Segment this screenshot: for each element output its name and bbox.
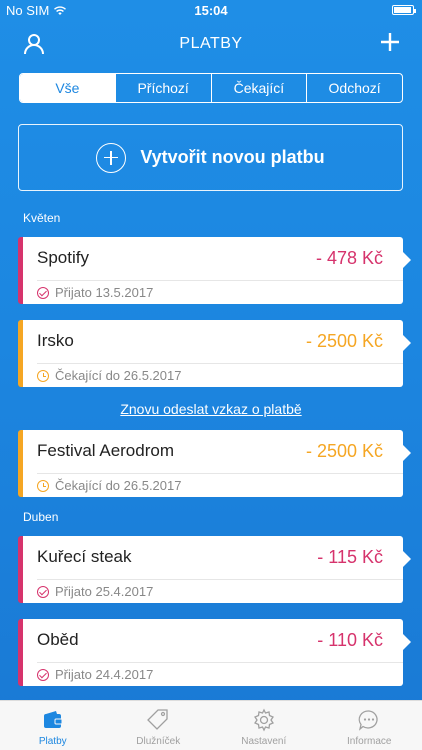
payment-status-text: Čekající do 26.5.2017 — [55, 368, 182, 383]
payment-card[interactable]: Oběd - 110 Kč Přijato 24.4.2017 — [18, 619, 411, 686]
tab-label: Platby — [38, 736, 67, 747]
status-bar: No SIM 15:04 — [0, 0, 422, 22]
tab-info[interactable]: Informace — [317, 701, 422, 750]
section-header-may: Květen — [23, 211, 61, 225]
payment-status: Přijato 25.4.2017 — [37, 584, 153, 599]
payment-name: Festival Aerodrom — [37, 441, 174, 460]
payment-amount: - 2500 Kč — [305, 331, 383, 351]
filter-segmented-control: Vše Příchozí Čekající Odchozí — [19, 73, 403, 103]
payment-card[interactable]: Kuřecí steak - 115 Kč Přijato 25.4.2017 — [18, 536, 411, 603]
wallet-icon — [43, 711, 63, 728]
payment-status-text: Přijato 25.4.2017 — [55, 584, 154, 599]
tag-icon — [147, 709, 168, 730]
chat-icon — [358, 710, 378, 731]
add-icon[interactable] — [378, 30, 402, 54]
battery-icon — [392, 5, 416, 15]
payment-card[interactable]: Festival Aerodrom - 2500 Kč Čekající do … — [18, 430, 411, 497]
section-header-april: Duben — [23, 510, 59, 524]
create-payment-button[interactable]: Vytvořit novou platbu — [18, 124, 403, 191]
payment-card[interactable]: Spotify - 478 Kč Přijato 13.5.2017 — [18, 237, 411, 304]
payment-name: Spotify — [37, 248, 89, 267]
segment-incoming[interactable]: Příchozí — [114, 74, 211, 102]
card-divider — [37, 662, 403, 663]
payment-amount: - 478 Kč — [315, 248, 383, 268]
payment-card[interactable]: Irsko - 2500 Kč Čekající do 26.5.2017 — [18, 320, 411, 387]
tab-payments[interactable]: Platby — [0, 701, 106, 750]
payment-status: Přijato 13.5.2017 — [37, 285, 153, 300]
segment-pending[interactable]: Čekající — [210, 74, 307, 102]
tab-settings[interactable]: Nastavení — [211, 701, 317, 750]
tab-label: Dlužníček — [136, 736, 181, 747]
check-circle-icon — [37, 668, 49, 681]
page-title: PLATBY — [179, 35, 243, 52]
card-divider — [37, 579, 403, 580]
clock-icon — [37, 369, 49, 382]
check-circle-icon — [37, 585, 49, 598]
payment-status-text: Přijato 24.4.2017 — [55, 667, 154, 682]
payment-amount: - 110 Kč — [317, 630, 383, 650]
tab-label: Informace — [347, 736, 392, 747]
card-divider — [37, 280, 403, 281]
payment-status: Přijato 24.4.2017 — [37, 667, 153, 682]
tab-debtor[interactable]: Dlužníček — [106, 701, 212, 750]
payment-amount: - 2500 Kč — [305, 441, 383, 461]
nav-bar: PLATBY — [0, 22, 422, 66]
resend-payment-message-link[interactable]: Znovu odeslat vzkaz o platbě — [0, 401, 422, 417]
card-divider — [37, 473, 403, 474]
gear-icon — [253, 708, 274, 732]
create-payment-label: Vytvořit novou platbu — [140, 147, 325, 167]
payment-status: Čekající do 26.5.2017 — [37, 368, 181, 383]
segment-all[interactable]: Vše — [20, 74, 115, 102]
tab-label: Nastavení — [241, 736, 287, 747]
payment-status: Čekající do 26.5.2017 — [37, 478, 181, 493]
payment-status-text: Přijato 13.5.2017 — [55, 285, 154, 300]
segment-outgoing[interactable]: Odchozí — [306, 74, 402, 102]
payment-status-text: Čekající do 26.5.2017 — [55, 478, 182, 493]
card-divider — [37, 363, 403, 364]
clock-icon — [37, 479, 49, 492]
payment-name: Kuřecí steak — [37, 547, 132, 566]
payment-name: Irsko — [37, 331, 74, 350]
payment-amount: - 115 Kč — [317, 547, 383, 567]
clock: 15:04 — [194, 3, 228, 18]
payment-name: Oběd — [37, 630, 79, 649]
check-circle-icon — [37, 286, 49, 299]
plus-circle-icon — [96, 142, 127, 173]
tab-bar: Platby Dlužníček Nastavení Informace — [0, 700, 422, 750]
